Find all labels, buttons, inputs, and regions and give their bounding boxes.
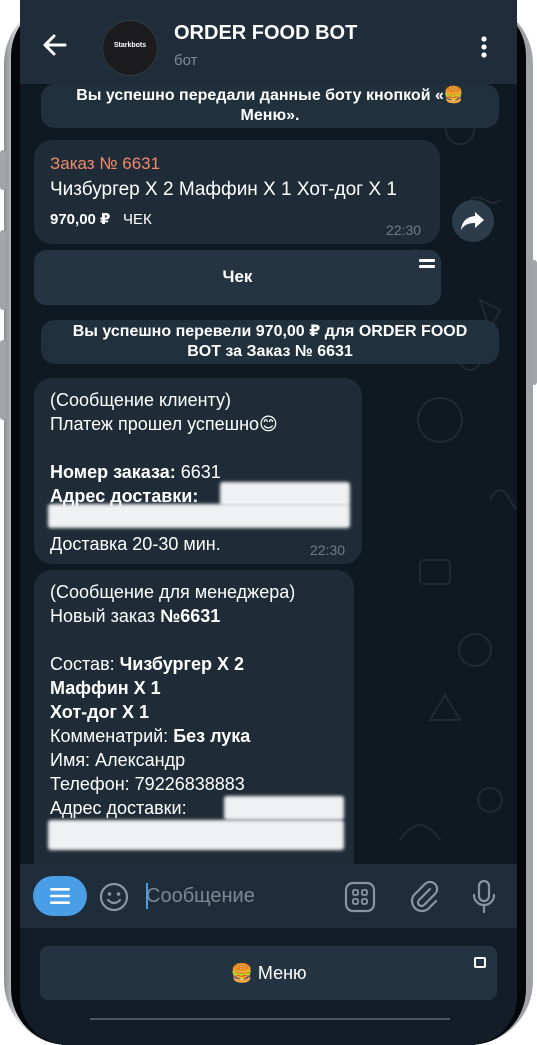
check-inline-button[interactable]: Чек xyxy=(34,250,441,305)
order-number-line: Номер заказа: 6631 xyxy=(50,460,346,484)
service-message-data-sent: Вы успешно передали данные боту кнопкой … xyxy=(41,84,499,128)
message-time: 22:30 xyxy=(310,542,346,558)
back-arrow-icon[interactable] xyxy=(40,30,70,60)
manager-message-bubble[interactable]: (Сообщение для менеджера) Новый заказ №6… xyxy=(34,570,354,864)
order-message-bubble[interactable]: Заказ № 6631 Чизбургер Х 2 Маффин Х 1 Хо… xyxy=(34,140,440,244)
bot-avatar[interactable]: Starkbots xyxy=(102,20,158,76)
service-text-line: Вы успешно перевели 970,00 ₽ для ORDER F… xyxy=(72,323,468,340)
redacted-address xyxy=(48,820,344,850)
keyboard-menu-button[interactable]: 🍔 Меню xyxy=(40,946,497,1000)
emoji-icon[interactable] xyxy=(98,881,130,913)
order-number-value: 6631 xyxy=(175,462,221,482)
more-vertical-icon[interactable] xyxy=(472,34,496,60)
menu-lines-icon xyxy=(50,888,70,904)
composition-line: Состав: Чизбургер Х 2 xyxy=(50,652,338,676)
service-text-line: Меню». xyxy=(240,107,300,124)
service-text-line: Вы успешно передали данные боту кнопкой … xyxy=(76,87,464,104)
bot-keyboard: 🍔 Меню xyxy=(20,928,517,1045)
menu-lines-icon xyxy=(419,259,435,268)
composition-item: Маффин Х 1 xyxy=(50,678,161,698)
text-caret xyxy=(146,883,148,909)
composition-label: Состав: xyxy=(50,654,120,674)
client-message-bubble[interactable]: (Сообщение клиенту) Платеж прошел успешн… xyxy=(34,378,362,564)
name-line: Имя: Александр xyxy=(50,750,186,770)
comment-value: Без лука xyxy=(173,726,251,746)
redacted-address xyxy=(220,482,350,506)
chat-screen: Starkbots ORDER FOOD BOT бот Вы успешно … xyxy=(20,0,517,1045)
attach-icon[interactable] xyxy=(408,880,440,914)
forward-icon xyxy=(461,212,484,230)
avatar-label: Starkbots xyxy=(113,42,147,49)
phone-line: Телефон: 79226838883 xyxy=(50,774,245,794)
new-order-text: Новый заказ xyxy=(50,606,161,626)
redacted-address xyxy=(48,504,350,528)
client-line-1: (Сообщение клиенту) xyxy=(50,390,231,410)
chat-title[interactable]: ORDER FOOD BOT xyxy=(174,22,357,45)
bot-menu-button[interactable] xyxy=(33,876,87,916)
phone-side-button xyxy=(0,340,6,420)
home-indicator xyxy=(90,1018,450,1020)
forward-button[interactable] xyxy=(452,200,494,242)
order-price: 970,00 ₽ xyxy=(50,211,111,228)
redacted-address xyxy=(224,796,344,820)
manager-line-2: Новый заказ №6631 xyxy=(50,604,338,628)
service-message-payment: Вы успешно перевели 970,00 ₽ для ORDER F… xyxy=(41,320,499,364)
order-title: Заказ № 6631 xyxy=(50,154,161,173)
delivery-line: Доставка 20-30 мин. xyxy=(50,534,221,554)
mic-icon[interactable] xyxy=(470,879,498,915)
comment-label: Комменатрий: xyxy=(50,726,174,746)
order-price-label: ЧЕК xyxy=(123,211,152,228)
composition-item: Хот-дог Х 1 xyxy=(50,702,150,722)
comment-line: Комменатрий: Без лука xyxy=(50,724,338,748)
chat-header: Starkbots ORDER FOOD BOT бот xyxy=(20,0,517,84)
manager-line-1: (Сообщение для менеджера) xyxy=(50,582,296,602)
message-input[interactable] xyxy=(146,881,336,911)
order-items: Чизбургер Х 2 Маффин Х 1 Хот-дог Х 1 xyxy=(50,179,397,200)
order-number-label: Номер заказа: xyxy=(50,462,176,482)
client-line-2: Платеж прошел успешно😊 xyxy=(50,414,278,434)
new-order-number: №6631 xyxy=(160,606,221,626)
service-text-line: BOT за Заказ № 6631 xyxy=(187,343,353,360)
composition-item: Чизбургер Х 2 xyxy=(119,654,245,674)
message-time: 22:30 xyxy=(386,222,422,238)
phone-side-button xyxy=(0,230,6,310)
chat-subtitle: бот xyxy=(174,52,198,69)
check-button-label: Чек xyxy=(222,267,253,286)
phone-side-button xyxy=(0,150,6,190)
message-input-bar xyxy=(20,864,517,928)
phone-side-button xyxy=(531,260,537,385)
open-app-icon xyxy=(474,957,486,968)
keyboard-menu-label: 🍔 Меню xyxy=(230,963,307,983)
commands-icon[interactable] xyxy=(344,881,376,913)
message-list[interactable]: Вы успешно передали данные боту кнопкой … xyxy=(20,84,517,864)
